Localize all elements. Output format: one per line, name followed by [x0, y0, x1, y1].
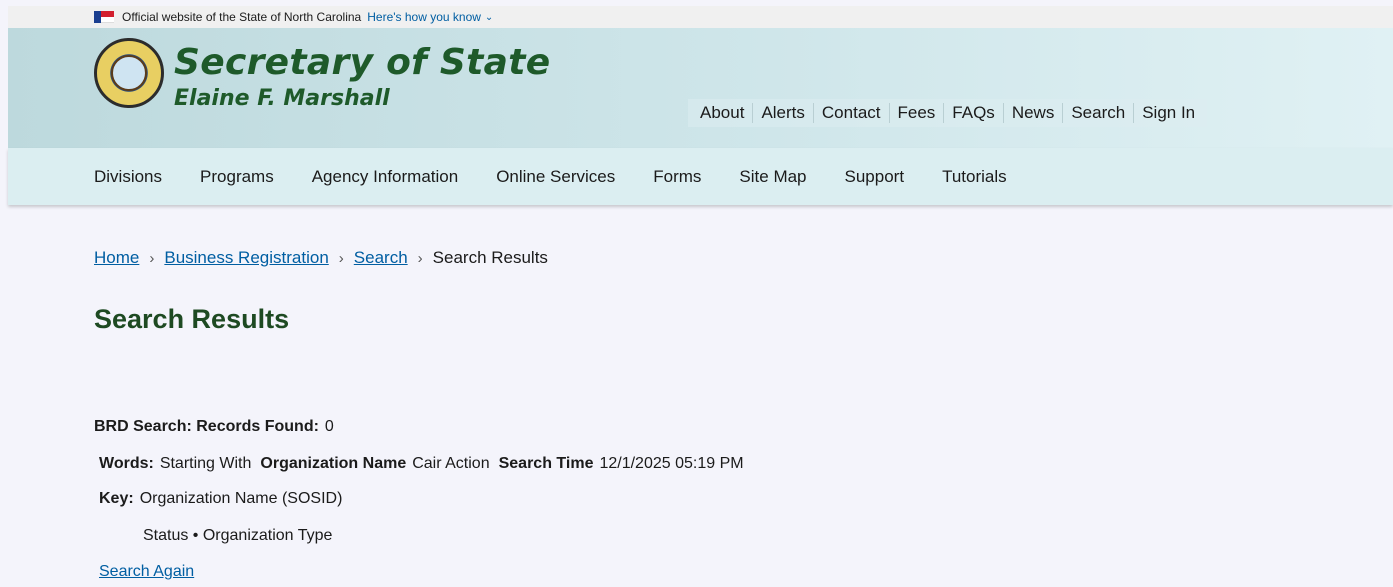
main-nav-programs[interactable]: Programs [200, 167, 274, 187]
search-again-link[interactable]: Search Again [99, 563, 194, 581]
records-found-label: BRD Search: Records Found: [94, 418, 319, 435]
breadcrumb-search[interactable]: Search [354, 248, 408, 268]
breadcrumb-business-registration[interactable]: Business Registration [164, 248, 328, 268]
words-label: Words: [99, 455, 154, 472]
utility-nav-faqs[interactable]: FAQs [943, 103, 1003, 123]
main-nav-divisions[interactable]: Divisions [94, 167, 162, 187]
utility-nav-about[interactable]: About [692, 103, 752, 123]
utility-nav-search[interactable]: Search [1062, 103, 1133, 123]
nc-seal-icon[interactable] [94, 38, 164, 108]
utility-nav: About Alerts Contact Fees FAQs News Sear… [688, 99, 1208, 127]
search-time-label: Search Time [498, 455, 594, 472]
official-banner: Official website of the State of North C… [8, 6, 1393, 28]
nc-flag-icon [94, 11, 114, 23]
main-nav-site-map[interactable]: Site Map [739, 167, 806, 187]
chevron-down-icon: ⌄ [484, 11, 494, 23]
records-found-line: BRD Search: Records Found: 0 [94, 418, 334, 436]
breadcrumb-home[interactable]: Home [94, 248, 139, 268]
words-value: Starting With [159, 455, 252, 472]
page-title: Search Results [94, 304, 290, 334]
utility-nav-fees[interactable]: Fees [888, 103, 944, 123]
utility-nav-contact[interactable]: Contact [812, 103, 889, 123]
breadcrumb-current: Search Results [432, 248, 548, 267]
breadcrumb: Home › Business Registration › Search › … [94, 248, 548, 268]
records-found-count: 0 [324, 418, 334, 435]
official-site-text: Official website of the State of North C… [122, 10, 362, 24]
utility-nav-news[interactable]: News [1002, 103, 1063, 123]
main-nav-forms[interactable]: Forms [653, 167, 701, 187]
site-title[interactable]: Secretary of State [174, 42, 551, 83]
utility-nav-alerts[interactable]: Alerts [752, 103, 812, 123]
site-subtitle: Elaine F. Marshall [174, 86, 390, 111]
org-name-value: Cair Action [412, 455, 490, 472]
breadcrumb-separator-icon: › [149, 249, 155, 267]
main-nav-tutorials[interactable]: Tutorials [942, 167, 1007, 187]
key-label: Key: [99, 490, 134, 507]
utility-nav-sign-in[interactable]: Sign In [1133, 103, 1203, 123]
org-name-label: Organization Name [260, 455, 407, 472]
search-time-value: 12/1/2025 05:19 PM [599, 455, 744, 472]
key-subline: Status • Organization Type [143, 527, 333, 544]
site-header: Secretary of State Elaine F. Marshall Ab… [8, 28, 1393, 148]
main-nav-agency-information[interactable]: Agency Information [312, 167, 458, 187]
search-criteria-line: Words: Starting With Organization Name Cair… [99, 455, 744, 473]
heres-how-you-know-label: Here's how you know [367, 10, 481, 24]
main-nav-support[interactable]: Support [845, 167, 905, 187]
breadcrumb-separator-icon: › [417, 249, 423, 267]
heres-how-you-know-link[interactable]: Here's how you know ⌄ [367, 10, 493, 24]
key-value: Organization Name (SOSID) [139, 490, 343, 507]
breadcrumb-separator-icon: › [338, 249, 344, 267]
main-nav: Divisions Programs Agency Information On… [8, 148, 1393, 205]
key-line: Key: Organization Name (SOSID) [99, 490, 342, 508]
main-nav-online-services[interactable]: Online Services [496, 167, 615, 187]
